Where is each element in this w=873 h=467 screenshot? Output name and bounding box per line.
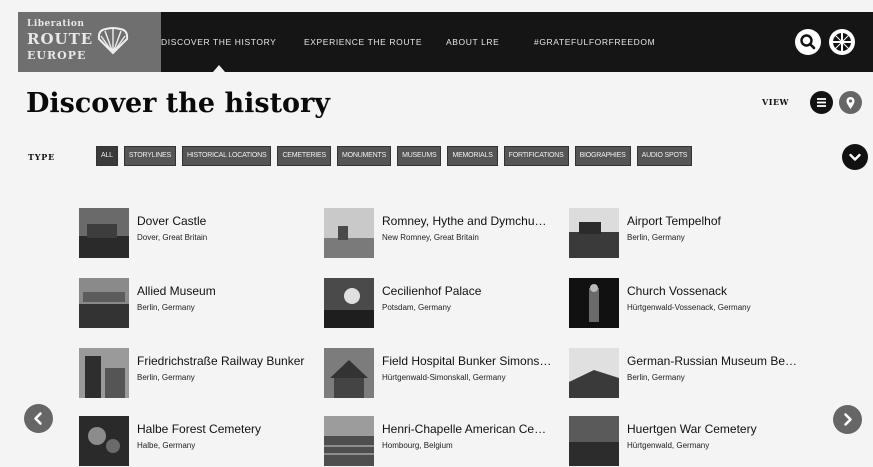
location-place: Berlin, Germany xyxy=(627,373,685,382)
location-thumbnail xyxy=(79,416,129,466)
location-place: Berlin, Germany xyxy=(627,233,685,242)
location-thumbnail xyxy=(79,208,129,258)
location-place: Dover, Great Britain xyxy=(137,233,208,242)
search-button[interactable] xyxy=(795,29,821,55)
location-card[interactable]: Allied Museum Berlin, Germany xyxy=(79,276,309,328)
location-thumbnail xyxy=(324,416,374,466)
location-card[interactable]: German-Russian Museum Be… Berlin, German… xyxy=(569,346,799,398)
location-card[interactable]: Airport Tempelhof Berlin, Germany xyxy=(569,206,799,258)
location-name: Dover Castle xyxy=(137,214,207,228)
logo-line-3: EUROPE xyxy=(27,49,87,62)
filter-historical-locations[interactable]: HISTORICAL LOCATIONS xyxy=(181,146,272,166)
location-card[interactable]: Field Hospital Bunker Simons… Hürtgenwal… xyxy=(324,346,554,398)
shell-icon xyxy=(97,27,129,55)
filter-biographies[interactable]: BIOGRAPHIES xyxy=(574,146,631,166)
filter-cemeteries[interactable]: CEMETERIES xyxy=(277,146,331,166)
location-thumbnail xyxy=(324,278,374,328)
nav-about-lre[interactable]: ABOUT LRE xyxy=(446,12,499,72)
location-thumbnail xyxy=(79,278,129,328)
location-place: Halbe, Germany xyxy=(137,441,196,450)
location-thumbnail xyxy=(569,348,619,398)
logo-line-2: ROUTE xyxy=(27,30,94,48)
location-place: Berlin, Germany xyxy=(137,373,195,382)
filter-storylines[interactable]: STORYLINES xyxy=(123,146,176,166)
location-thumbnail xyxy=(569,416,619,466)
location-name: Romney, Hythe and Dymchu… xyxy=(382,214,547,228)
language-button[interactable] xyxy=(829,29,855,55)
filter-fortifications[interactable]: FORTIFICATIONS xyxy=(503,146,569,166)
type-filter-label: TYPE xyxy=(28,152,55,162)
location-name: Henri-Chapelle American Ce… xyxy=(382,422,547,436)
location-card[interactable]: Friedrichstraße Railway Bunker Berlin, G… xyxy=(79,346,309,398)
page-title: Discover the history xyxy=(26,88,330,119)
filter-monuments[interactable]: MONUMENTS xyxy=(336,146,392,166)
location-name: German-Russian Museum Be… xyxy=(627,354,798,368)
location-place: Hürtgenwald, Germany xyxy=(627,441,710,450)
location-place: Hürtgenwald-Vossenack, Germany xyxy=(627,303,751,312)
location-card[interactable]: Huertgen War Cemetery Hürtgenwald, Germa… xyxy=(569,414,799,466)
language-icon xyxy=(833,33,851,51)
location-place: Hürtgenwald-Simonskall, Germany xyxy=(382,373,506,382)
view-label: VIEW xyxy=(762,97,790,107)
search-icon xyxy=(800,34,816,50)
location-card[interactable]: Dover Castle Dover, Great Britain xyxy=(79,206,309,258)
filter-memorials[interactable]: MEMORIALS xyxy=(447,146,498,166)
location-card[interactable]: Cecilienhof Palace Potsdam, Germany xyxy=(324,276,554,328)
location-name: Halbe Forest Cemetery xyxy=(137,422,262,436)
expand-filters-button[interactable] xyxy=(842,144,868,170)
filter-all[interactable]: ALL xyxy=(96,146,118,166)
location-place: Berlin, Germany xyxy=(137,303,195,312)
list-view-icon xyxy=(817,98,826,107)
location-name: Friedrichstraße Railway Bunker xyxy=(137,354,305,368)
chevron-right-icon xyxy=(844,413,852,426)
nav-experience-the-route[interactable]: EXPERIENCE THE ROUTE xyxy=(304,12,422,72)
location-thumbnail xyxy=(569,208,619,258)
previous-page-button[interactable] xyxy=(24,404,53,433)
location-thumbnail xyxy=(324,348,374,398)
navigation-bar: Liberation ROUTE EUROPE DISCOVER THE HIS… xyxy=(18,12,873,72)
location-name: Cecilienhof Palace xyxy=(382,284,482,298)
location-thumbnail xyxy=(324,208,374,258)
location-card[interactable]: Church Vossenack Hürtgenwald-Vossenack, … xyxy=(569,276,799,328)
filter-museums[interactable]: MUSEUMS xyxy=(397,146,442,166)
location-card[interactable]: Henri-Chapelle American Ce… Hombourg, Be… xyxy=(324,414,554,466)
map-view-button[interactable] xyxy=(839,91,862,114)
location-name: Allied Museum xyxy=(137,284,216,298)
next-page-button[interactable] xyxy=(833,405,862,434)
logo[interactable]: Liberation ROUTE EUROPE xyxy=(18,12,161,72)
chevron-left-icon xyxy=(34,412,42,425)
filter-audio-spots[interactable]: AUDIO SPOTS xyxy=(636,146,693,166)
location-name: Huertgen War Cemetery xyxy=(627,422,757,436)
logo-line-1: Liberation xyxy=(27,19,85,29)
map-view-icon xyxy=(846,97,855,109)
nav-discover-the-history[interactable]: DISCOVER THE HISTORY xyxy=(161,12,276,72)
location-thumbnail xyxy=(569,278,619,328)
location-card[interactable]: Romney, Hythe and Dymchu… New Romney, Gr… xyxy=(324,206,554,258)
type-filter-bar: ALL STORYLINES HISTORICAL LOCATIONS CEME… xyxy=(96,146,693,166)
location-place: New Romney, Great Britain xyxy=(382,233,479,242)
nav-grateful-for-freedom[interactable]: #GRATEFULFORFREEDOM xyxy=(534,12,655,72)
location-place: Potsdam, Germany xyxy=(382,303,451,312)
location-thumbnail xyxy=(79,348,129,398)
location-card[interactable]: Halbe Forest Cemetery Halbe, Germany xyxy=(79,414,309,466)
location-name: Airport Tempelhof xyxy=(627,214,721,228)
chevron-down-icon xyxy=(849,153,861,161)
list-view-button[interactable] xyxy=(810,91,833,114)
location-name: Church Vossenack xyxy=(627,284,728,298)
location-place: Hombourg, Belgium xyxy=(382,441,453,450)
top-bar: Liberation ROUTE EUROPE DISCOVER THE HIS… xyxy=(0,0,873,80)
location-name: Field Hospital Bunker Simons… xyxy=(382,354,552,368)
